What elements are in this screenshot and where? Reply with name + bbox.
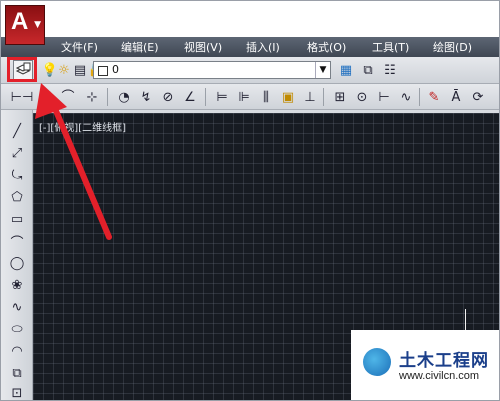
revision-cloud-icon[interactable]: ❀ <box>8 276 26 294</box>
menu-bar: 文件(F) 编辑(E) 视图(V) 插入(I) 格式(O) 工具(T) 绘图(D… <box>1 37 499 57</box>
layer-dropdown-value: 0 <box>112 63 119 76</box>
construction-line-icon[interactable]: ⤢ <box>8 144 26 162</box>
make-current-layer-icon[interactable]: ▦ <box>337 61 355 79</box>
jogged-linear-icon[interactable]: ∿ <box>397 88 415 106</box>
layers-toolbar: 💡 ☼ ▤ 🔓 0 ▼ ▦ ⧉ ☷ <box>1 57 499 84</box>
ellipse-arc-icon[interactable]: ◠ <box>8 342 26 360</box>
dimension-edit-icon[interactable]: ✎ <box>425 88 443 106</box>
toolbar-separator <box>419 88 420 106</box>
chevron-down-icon[interactable]: ▼ <box>315 62 330 78</box>
watermark-title: 土木工程网 <box>399 351 489 371</box>
menu-edit[interactable]: 编辑(E) <box>121 39 159 55</box>
diameter-dimension-icon[interactable]: ⊘ <box>159 88 177 106</box>
insert-block-icon[interactable]: ⧉ <box>8 364 26 382</box>
toolbar-separator <box>107 88 108 106</box>
ordinate-dimension-icon[interactable]: ⊹ <box>83 88 101 106</box>
watermark: 土木工程网 www.civilcn.com <box>351 330 499 400</box>
autocad-window: A ▼ 文件(F) 编辑(E) 视图(V) 插入(I) 格式(O) 工具(T) … <box>0 0 500 401</box>
dimension-toolbar: ⊢⊣ ⟋ ⌒ ⊹ ◔ ↯ ⊘ ∠ ⊨ ⊫ ⫼ ▣ ⊥ ⊞ ⊙ ⊢ ∿ ✎ Ā ⟳ <box>1 84 499 110</box>
layer-previous-icon[interactable]: ⧉ <box>359 61 377 79</box>
jogged-dimension-icon[interactable]: ↯ <box>137 88 155 106</box>
title-bar <box>1 1 499 37</box>
spline-icon[interactable]: ∿ <box>8 298 26 316</box>
dimension-space-icon[interactable]: ▣ <box>279 88 297 106</box>
line-icon[interactable]: ╱ <box>8 122 26 140</box>
radius-dimension-icon[interactable]: ◔ <box>115 88 133 106</box>
angular-dimension-icon[interactable]: ∠ <box>181 88 199 106</box>
aligned-dimension-icon[interactable]: ⟋ <box>37 88 55 106</box>
tolerance-icon[interactable]: ⊞ <box>331 88 349 106</box>
polyline-icon[interactable]: ⤿ <box>8 166 26 184</box>
inspection-icon[interactable]: ⊢ <box>375 88 393 106</box>
rectangle-icon[interactable]: ▭ <box>8 210 26 228</box>
make-block-icon[interactable]: ⊡ <box>8 384 26 401</box>
menu-format[interactable]: 格式(O) <box>307 39 346 55</box>
layer-dropdown[interactable]: 0 ▼ <box>93 61 331 79</box>
menu-file[interactable]: 文件(F) <box>61 39 98 55</box>
menu-tools[interactable]: 工具(T) <box>372 39 409 55</box>
draw-toolbar: ╱ ⤢ ⤿ ⬠ ▭ ⌒ ◯ ❀ ∿ ⬭ ◠ ⧉ ⊡ <box>1 110 33 400</box>
layer-match-icon[interactable]: ☷ <box>381 61 399 79</box>
circle-icon[interactable]: ◯ <box>8 254 26 272</box>
quick-dimension-icon[interactable]: ⊨ <box>213 88 231 106</box>
dimension-text-edit-icon[interactable]: Ā <box>447 88 465 106</box>
application-menu-button[interactable]: A ▼ <box>5 5 45 45</box>
autocad-logo: A <box>11 8 29 35</box>
baseline-dimension-icon[interactable]: ⊫ <box>235 88 253 106</box>
linear-dimension-icon[interactable]: ⊢⊣ <box>11 88 34 106</box>
polygon-icon[interactable]: ⬠ <box>8 188 26 206</box>
highlight-box <box>7 57 37 82</box>
continue-dimension-icon[interactable]: ⫼ <box>257 88 275 106</box>
watermark-url: www.civilcn.com <box>399 370 480 382</box>
arc-icon[interactable]: ⌒ <box>8 232 26 251</box>
menu-view[interactable]: 视图(V) <box>184 39 222 55</box>
toolbar-separator <box>323 88 324 106</box>
dimension-update-icon[interactable]: ⟳ <box>469 88 487 106</box>
center-mark-icon[interactable]: ⊙ <box>353 88 371 106</box>
arc-length-icon[interactable]: ⌒ <box>59 88 77 106</box>
menu-insert[interactable]: 插入(I) <box>246 39 280 55</box>
layer-color-swatch <box>98 66 108 76</box>
menu-draw[interactable]: 绘图(D) <box>433 39 472 55</box>
toolbar-separator <box>205 88 206 106</box>
watermark-logo-icon <box>363 348 391 376</box>
ellipse-icon[interactable]: ⬭ <box>8 320 26 338</box>
chevron-down-icon: ▼ <box>34 20 41 30</box>
dimension-break-icon[interactable]: ⊥ <box>301 88 319 106</box>
viewport-controls-label[interactable]: [-][俯视][二维线框] <box>39 119 126 134</box>
